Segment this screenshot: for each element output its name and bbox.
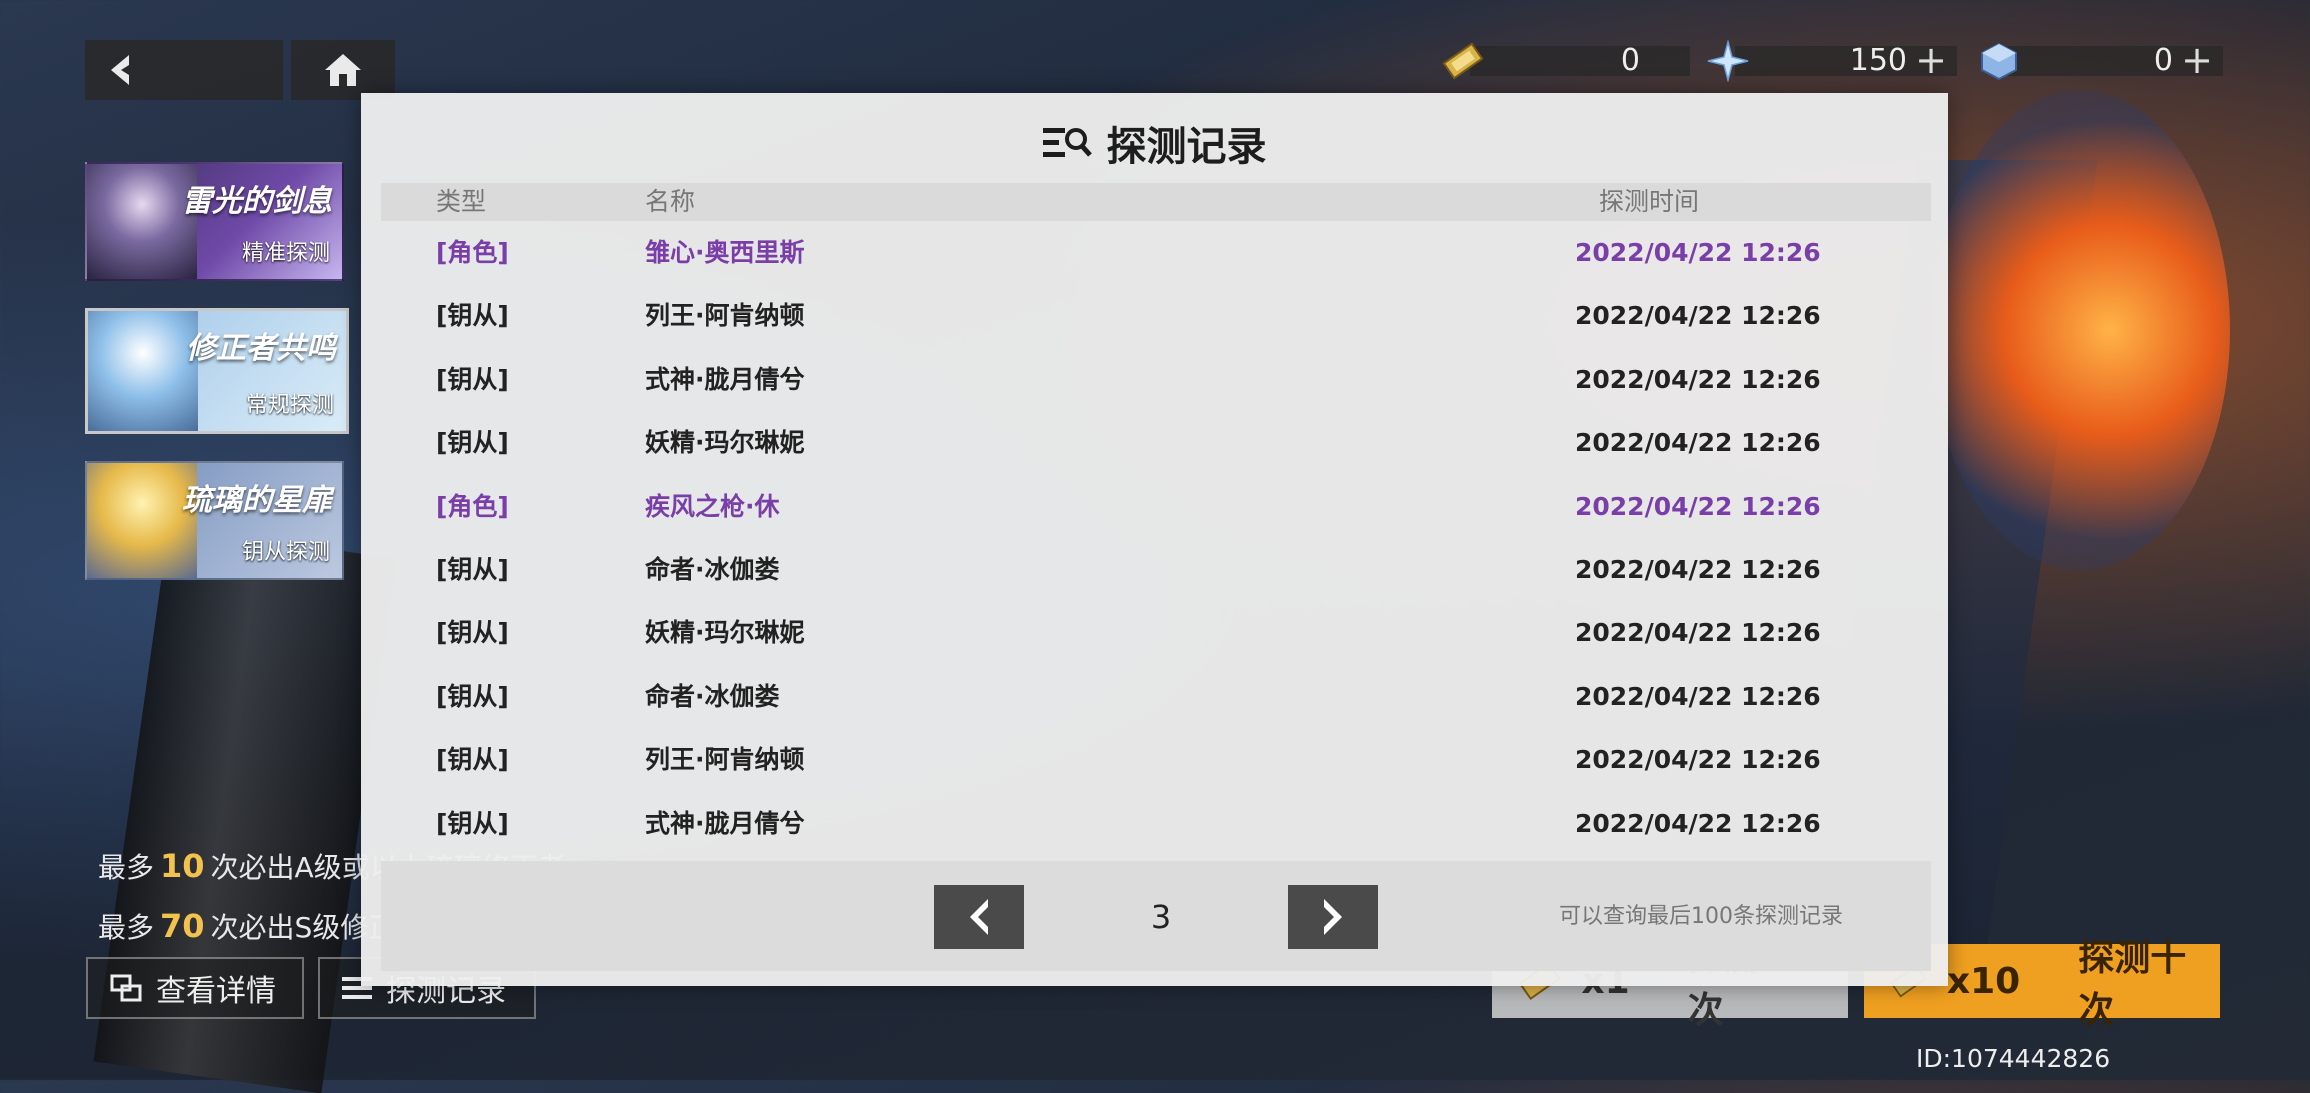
banner-thunder-sword[interactable]: 雷光的剑息 精准探测 — [85, 162, 344, 281]
banner-corrector-resonance[interactable]: 修正者共鸣 常规探测 — [85, 308, 349, 434]
banner-character-art — [87, 463, 197, 578]
detection-records-modal: 探测记录 类型 名称 探测时间 [角色] 雏心·奥西里斯 2022/04/22 12… — [361, 93, 1948, 986]
record-time: 2022/04/22 12:26 — [1575, 301, 1821, 331]
record-row: [钥从] 命者·冰伽娄 2022/04/22 12:26 — [361, 538, 1948, 601]
record-name: 列王·阿肯纳顿 — [645, 301, 805, 331]
background-flame-art — [1930, 90, 2230, 570]
home-button[interactable] — [291, 40, 395, 100]
record-time: 2022/04/22 12:26 — [1575, 364, 1821, 394]
pity-prefix: 最多 — [98, 851, 155, 884]
view-details-label: 查看详情 — [156, 974, 276, 1009]
currency-ticket: 0 — [1440, 40, 1690, 82]
banner-title: 修正者共鸣 — [186, 331, 336, 366]
header-type: 类型 — [436, 187, 487, 216]
back-button[interactable] — [85, 40, 283, 100]
records-table: [角色] 雏心·奥西里斯 2022/04/22 12:26 [钥从] 列王·阿肯纳顿 20… — [361, 221, 1948, 855]
modal-title-text: 探测记录 — [1106, 124, 1267, 170]
record-type: [钥从] — [436, 301, 509, 331]
currency-crystal: 150 + — [1705, 40, 1957, 82]
record-time: 2022/04/22 12:26 — [1575, 554, 1821, 584]
record-type: [钥从] — [436, 681, 509, 711]
record-name: 妖精·玛尔琳妮 — [645, 428, 805, 458]
record-type: [钥从] — [436, 554, 509, 584]
banner-character-art — [87, 164, 197, 279]
record-type: [钥从] — [436, 745, 509, 775]
pity-count: 70 — [160, 907, 205, 945]
record-type: [角色] — [436, 491, 509, 521]
home-icon — [325, 54, 361, 86]
crystal-star-icon — [1705, 40, 1751, 82]
record-time: 2022/04/22 12:26 — [1575, 428, 1821, 458]
table-header: 类型 名称 探测时间 — [381, 183, 1931, 221]
record-name: 雏心·奥西里斯 — [645, 238, 805, 267]
details-icon — [110, 974, 142, 1002]
chevron-right-icon — [1324, 899, 1342, 935]
record-row: [钥从] 命者·冰伽娄 2022/04/22 12:26 — [361, 665, 1948, 728]
chevron-left-icon — [970, 899, 988, 935]
record-type: [角色] — [436, 238, 509, 267]
header-name: 名称 — [645, 187, 696, 216]
banner-subtitle: 精准探测 — [241, 241, 330, 266]
banner-title: 琉璃的星扉 — [182, 483, 332, 518]
view-details-button[interactable]: 查看详情 — [86, 957, 304, 1019]
record-name: 式神·胧月倩兮 — [645, 808, 805, 838]
record-type: [钥从] — [436, 808, 509, 838]
page-number: 3 — [1150, 898, 1172, 936]
record-name: 式神·胧月倩兮 — [645, 364, 805, 394]
record-time: 2022/04/22 12:26 — [1575, 238, 1821, 267]
pull-count: x10 — [1946, 960, 2021, 1002]
record-type: [钥从] — [436, 364, 509, 394]
record-row: [角色] 雏心·奥西里斯 2022/04/22 12:26 — [361, 221, 1948, 284]
record-name: 疾风之枪·休 — [645, 491, 780, 521]
banner-character-art — [88, 311, 198, 431]
add-currency-button[interactable]: + — [1915, 40, 1947, 80]
banner-subtitle: 钥从探测 — [241, 540, 330, 565]
record-type: [钥从] — [436, 618, 509, 648]
prev-page-button[interactable] — [934, 885, 1024, 949]
currency-value: 150 — [1849, 43, 1907, 78]
pull-label: 探测十次 — [2078, 938, 2187, 1031]
currency-cube: 0 + — [1976, 40, 2223, 82]
record-row: [钥从] 列王·阿肯纳顿 2022/04/22 12:26 — [361, 284, 1948, 347]
add-currency-button[interactable]: + — [2181, 40, 2213, 80]
record-row: [钥从] 妖精·玛尔琳妮 2022/04/22 12:26 — [361, 411, 1948, 474]
record-name: 列王·阿肯纳顿 — [645, 745, 805, 775]
pity-prefix: 最多 — [98, 911, 155, 944]
gold-ticket-icon — [1440, 40, 1486, 82]
header-time: 探测时间 — [1599, 187, 1700, 216]
blue-cube-icon — [1976, 40, 2022, 82]
record-name: 命者·冰伽娄 — [645, 681, 780, 711]
record-row: [钥从] 妖精·玛尔琳妮 2022/04/22 12:26 — [361, 601, 1948, 664]
banner-glass-star-gate[interactable]: 琉璃的星扉 钥从探测 — [85, 461, 344, 580]
record-time: 2022/04/22 12:26 — [1575, 491, 1821, 521]
currency-value: 0 — [2153, 43, 2173, 78]
record-type: [钥从] — [436, 428, 509, 458]
pagination-bar: 3 可以查询最后100条探测记录 — [381, 861, 1931, 971]
records-limit-note: 可以查询最后100条探测记录 — [1559, 904, 1843, 929]
record-time: 2022/04/22 12:26 — [1575, 745, 1821, 775]
record-time: 2022/04/22 12:26 — [1575, 618, 1821, 648]
record-row: [钥从] 式神·胧月倩兮 2022/04/22 12:26 — [361, 348, 1948, 411]
record-time: 2022/04/22 12:26 — [1575, 681, 1821, 711]
record-name: 妖精·玛尔琳妮 — [645, 618, 805, 648]
modal-title: 探测记录 — [361, 113, 1948, 173]
record-name: 命者·冰伽娄 — [645, 554, 780, 584]
record-time: 2022/04/22 12:26 — [1575, 808, 1821, 838]
record-row: [钥从] 式神·胧月倩兮 2022/04/22 12:26 — [361, 792, 1948, 855]
banner-subtitle: 常规探测 — [245, 393, 334, 418]
list-search-icon — [1042, 128, 1092, 157]
record-row: [角色] 疾风之枪·休 2022/04/22 12:26 — [361, 475, 1948, 538]
pity-count: 10 — [160, 847, 205, 885]
back-arrow-icon — [111, 55, 129, 85]
next-page-button[interactable] — [1288, 885, 1378, 949]
record-row: [钥从] 列王·阿肯纳顿 2022/04/22 12:26 — [361, 728, 1948, 791]
banner-title: 雷光的剑息 — [182, 184, 332, 219]
currency-value: 0 — [1620, 43, 1640, 78]
user-id: ID:1074442826 — [1916, 1044, 2111, 1073]
currency-bar — [1470, 46, 1690, 76]
